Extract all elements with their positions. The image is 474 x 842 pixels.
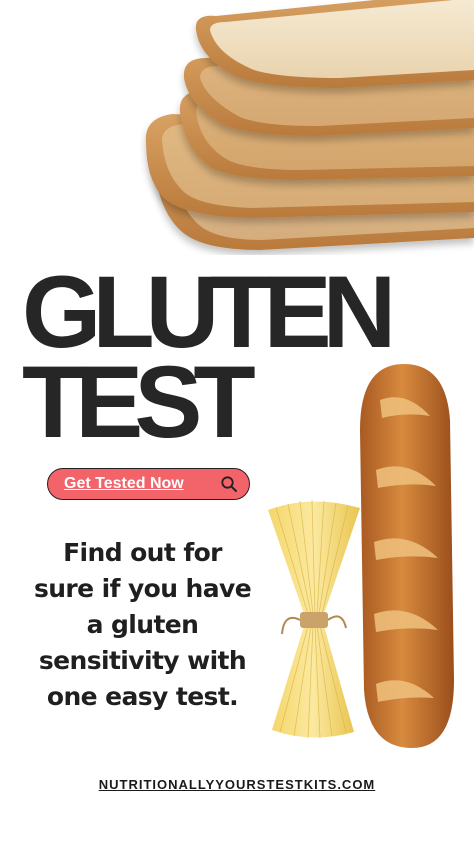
headline-line-2: TEST [22, 344, 256, 459]
get-tested-button[interactable]: Get Tested Now [47, 468, 250, 500]
website-link-text[interactable]: NUTRITIONALLYYOURSTESTKITS.COM [99, 777, 376, 792]
search-icon[interactable] [219, 474, 239, 494]
headline: GLUTEN TEST [22, 261, 396, 459]
website-link[interactable]: NUTRITIONALLYYOURSTESTKITS.COM [0, 777, 474, 792]
bread-slices-image [140, 0, 474, 255]
spaghetti-bundle-image [262, 494, 364, 744]
get-tested-label[interactable]: Get Tested Now [64, 475, 219, 493]
baguette-image [354, 360, 458, 752]
body-text: Find out for sure if you have a gluten s… [33, 538, 252, 711]
